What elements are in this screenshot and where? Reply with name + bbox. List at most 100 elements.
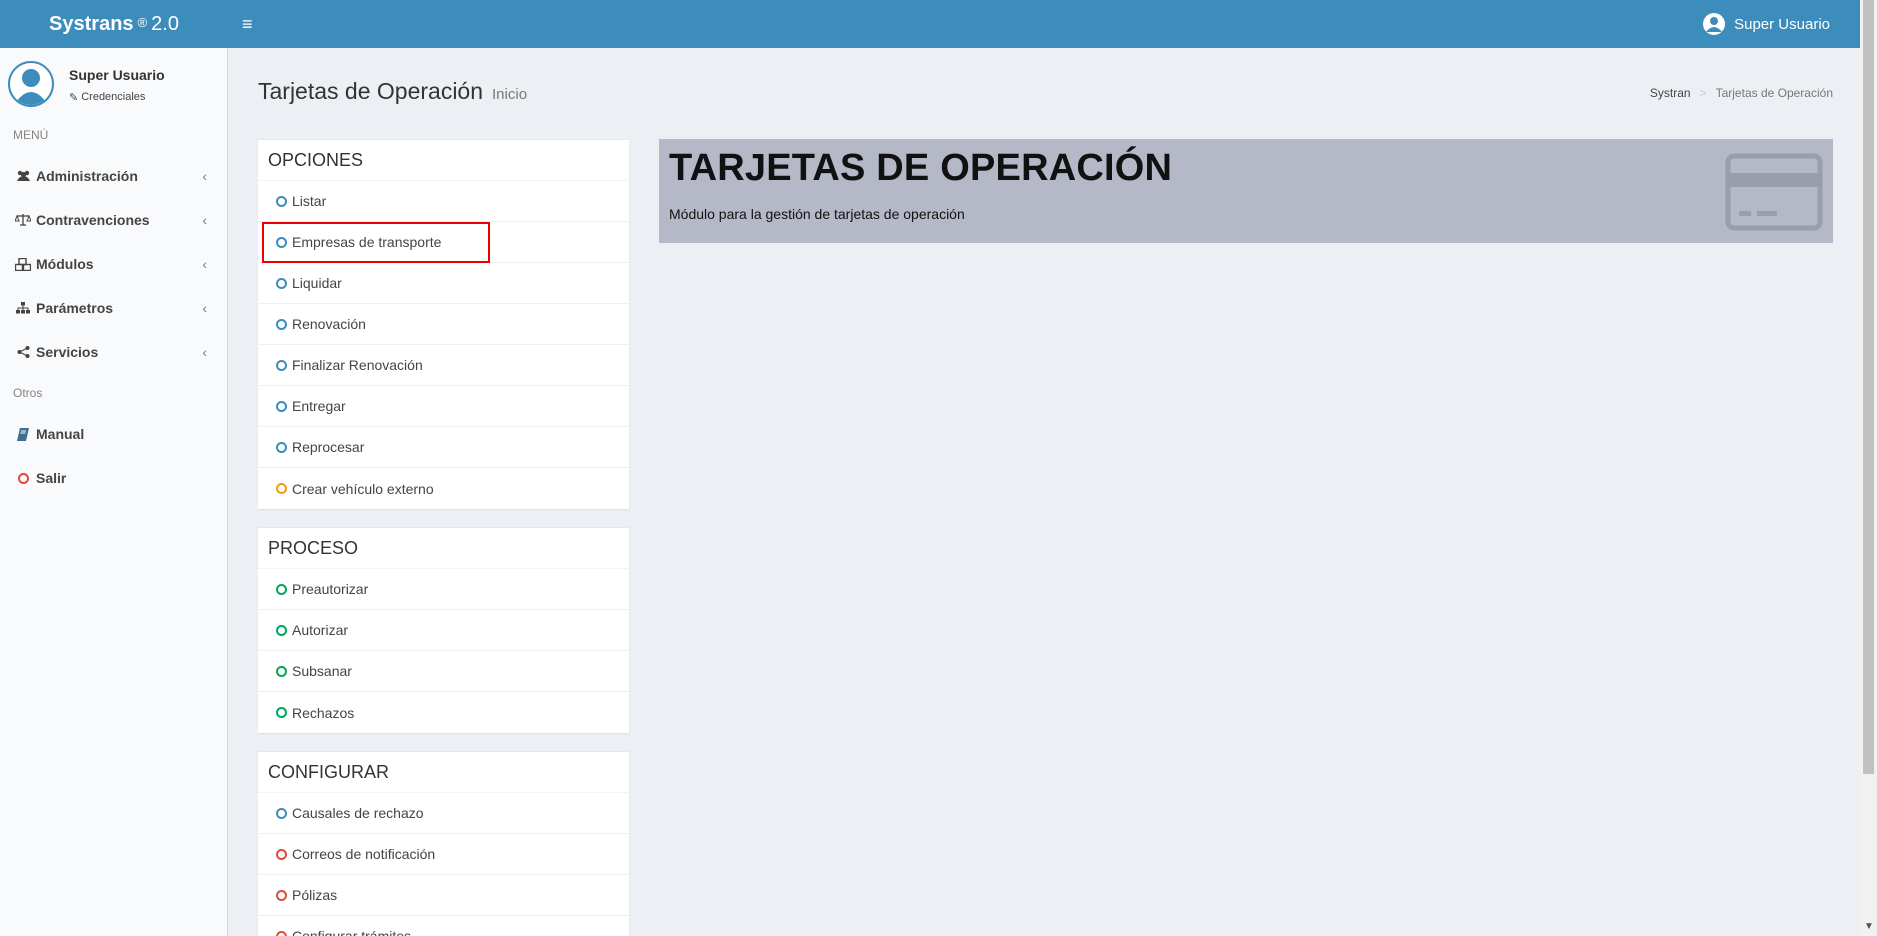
circle-icon: [276, 277, 287, 289]
option-label: Finalizar Renovación: [292, 357, 423, 373]
circle-icon: [276, 359, 287, 371]
sidebar-user-name: Super Usuario: [69, 66, 165, 83]
credentials-label: Credenciales: [81, 91, 146, 103]
option-liquidar[interactable]: Liquidar: [258, 263, 629, 304]
process-rechazos[interactable]: Rechazos: [258, 692, 629, 733]
circle-icon: [276, 583, 287, 595]
option-label: Autorizar: [292, 622, 349, 638]
credit-card-icon: [1725, 153, 1823, 231]
chevron-left-icon: ‹: [202, 300, 207, 316]
option-label: Empresas de transporte: [292, 234, 442, 250]
option-label: Entregar: [292, 398, 346, 414]
scrollbar-thumb[interactable]: [1863, 0, 1874, 774]
sidebar-item-manual[interactable]: Manual: [0, 412, 227, 456]
top-navbar: Systrans ® 2.0 ≡ Super Usuario: [0, 0, 1860, 48]
circle-icon: [276, 848, 287, 860]
sidebar: Super Usuario ✎ Credenciales MENÚ Admini…: [0, 48, 228, 936]
option-entregar[interactable]: Entregar: [258, 386, 629, 427]
sidebar-item-contravenciones[interactable]: Contravenciones ‹: [0, 198, 227, 242]
circle-icon: [276, 707, 287, 718]
sidebar-item-salir[interactable]: Salir: [0, 456, 227, 500]
option-label: Liquidar: [292, 275, 342, 291]
sidebar-item-label: Parámetros: [36, 300, 114, 316]
option-label: Preautorizar: [292, 581, 369, 597]
sidebar-item-modulos[interactable]: Módulos ‹: [0, 242, 227, 286]
circle-icon: [276, 400, 287, 412]
option-label: Rechazos: [292, 704, 355, 721]
avatar: [8, 61, 54, 107]
registered-mark: ®: [137, 14, 148, 30]
sidebar-item-label: Manual: [36, 426, 85, 442]
page-scrollbar[interactable]: ▼: [1860, 0, 1877, 936]
configurar-box: CONFIGURAR Causales de rechazo Correos d…: [258, 751, 629, 936]
sidebar-item-label: Módulos: [36, 256, 94, 272]
chevron-left-icon: ‹: [202, 256, 207, 272]
option-label: Crear vehículo externo: [292, 480, 434, 497]
brand-logo[interactable]: Systrans ® 2.0: [0, 0, 228, 48]
scroll-down-icon[interactable]: ▼: [1864, 921, 1874, 932]
process-autorizar[interactable]: Autorizar: [258, 610, 629, 651]
breadcrumb-separator: >: [1699, 86, 1707, 100]
option-label: Correos de notificación: [292, 846, 436, 862]
proceso-box: PROCESO Preautorizar Autorizar Subsanar …: [258, 527, 629, 733]
option-reprocesar[interactable]: Reprocesar: [258, 427, 629, 468]
option-label: Listar: [292, 193, 327, 209]
circle-icon: [15, 472, 31, 484]
sidebar-item-label: Salir: [36, 470, 67, 486]
sidebar-toggle-icon[interactable]: ≡: [242, 14, 253, 35]
brand-version: 2.0: [151, 12, 179, 35]
proceso-title: PROCESO: [258, 528, 629, 569]
page-subtitle: Inicio: [492, 86, 528, 103]
option-renovacion[interactable]: Renovación: [258, 304, 629, 345]
circle-icon: [276, 665, 287, 677]
edit-icon: ✎: [69, 91, 79, 104]
option-empresas-de-transporte[interactable]: Empresas de transporte: [258, 222, 629, 263]
circle-icon: [276, 889, 287, 901]
breadcrumb-root[interactable]: Systran: [1650, 86, 1691, 100]
circle-icon: [276, 807, 287, 819]
user-panel: Super Usuario ✎ Credenciales: [0, 48, 227, 120]
process-preautorizar[interactable]: Preautorizar: [258, 569, 629, 610]
circle-icon: [276, 318, 287, 330]
option-label: Configurar trámites: [292, 928, 412, 936]
option-label: Causales de rechazo: [292, 805, 424, 821]
share-icon: [15, 346, 31, 358]
topbar-user-name: Super Usuario: [1734, 15, 1830, 33]
content-header: Tarjetas de Operación Inicio: [258, 78, 527, 105]
sidebar-item-label: Servicios: [36, 344, 99, 360]
sidebar-item-servicios[interactable]: Servicios ‹: [0, 330, 227, 374]
user-menu[interactable]: Super Usuario: [1703, 13, 1830, 35]
option-finalizar-renovacion[interactable]: Finalizar Renovación: [258, 345, 629, 386]
configurar-title: CONFIGURAR: [258, 752, 629, 793]
breadcrumb: Systran > Tarjetas de Operación: [1650, 86, 1833, 100]
circle-icon: [276, 483, 287, 494]
config-polizas[interactable]: Pólizas: [258, 875, 629, 916]
sidebar-item-parametros[interactable]: Parámetros ‹: [0, 286, 227, 330]
circle-icon: [276, 236, 287, 248]
users-icon: [15, 170, 31, 182]
module-callout: TARJETAS DE OPERACIÓN Módulo para la ges…: [659, 139, 1833, 243]
config-configurar-tramites[interactable]: Configurar trámites: [258, 916, 629, 936]
config-causales-de-rechazo[interactable]: Causales de rechazo: [258, 793, 629, 834]
sidebar-item-label: Administración: [36, 168, 138, 184]
process-subsanar[interactable]: Subsanar: [258, 651, 629, 692]
opciones-box: OPCIONES Listar Empresas de transporte L…: [258, 139, 629, 509]
option-label: Pólizas: [292, 887, 338, 903]
other-header: Otros: [13, 386, 43, 400]
sitemap-icon: [15, 302, 31, 314]
menu-header: MENÚ: [13, 128, 49, 142]
config-correos-de-notificacion[interactable]: Correos de notificación: [258, 834, 629, 875]
user-silhouette-icon: [14, 69, 48, 105]
user-avatar-icon: [1703, 13, 1726, 35]
circle-icon: [276, 930, 287, 936]
credentials-link[interactable]: ✎ Credenciales: [69, 91, 165, 104]
option-listar[interactable]: Listar: [258, 181, 629, 222]
cubes-icon: [15, 257, 31, 271]
chevron-left-icon: ‹: [202, 168, 207, 184]
sidebar-item-administracion[interactable]: Administración ‹: [0, 154, 227, 198]
circle-icon: [276, 624, 287, 636]
option-label: Reprocesar: [292, 439, 365, 455]
option-crear-vehiculo-externo[interactable]: Crear vehículo externo: [258, 468, 629, 509]
circle-icon: [276, 195, 287, 207]
sidebar-item-label: Contravenciones: [36, 212, 150, 228]
